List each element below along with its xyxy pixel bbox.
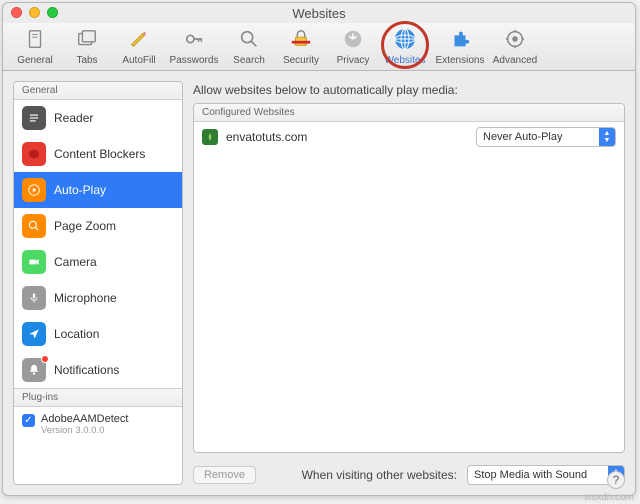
policy-select[interactable]: Never Auto-Play ▲▼	[476, 127, 616, 147]
toolbar-label: Security	[283, 55, 319, 66]
toolbar-tabs[interactable]: Tabs	[61, 25, 113, 66]
zoom-icon	[22, 214, 46, 238]
plugin-checkbox[interactable]: ✓	[22, 414, 35, 427]
bottom-bar: Remove When visiting other websites: Sto…	[193, 461, 625, 485]
other-websites-select[interactable]: Stop Media with Sound ▲▼	[467, 465, 625, 485]
block-icon	[22, 142, 46, 166]
toolbar-autofill[interactable]: AutoFill	[113, 25, 165, 66]
privacy-icon	[339, 25, 367, 53]
toolbar-privacy[interactable]: Privacy	[327, 25, 379, 66]
other-websites-label: When visiting other websites:	[302, 468, 457, 482]
toolbar-label: Privacy	[337, 55, 370, 66]
autofill-icon	[125, 25, 153, 53]
sidebar-item-auto-play[interactable]: Auto-Play	[14, 172, 182, 208]
play-icon	[22, 178, 46, 202]
sidebar-item-microphone[interactable]: Microphone	[14, 280, 182, 316]
toolbar-websites[interactable]: Websites	[379, 25, 431, 66]
zoom-button[interactable]	[47, 7, 58, 18]
toolbar-security[interactable]: Security	[275, 25, 327, 66]
microphone-icon	[22, 286, 46, 310]
sidebar-label: Location	[54, 327, 99, 341]
sidebar-label: Camera	[54, 255, 97, 269]
window-controls	[11, 7, 58, 18]
preferences-toolbar: General Tabs AutoFill Passwords Search S…	[3, 23, 635, 71]
window-title: Websites	[11, 6, 627, 21]
policy-value: Never Auto-Play	[477, 131, 599, 143]
sidebar-item-reader[interactable]: Reader	[14, 100, 182, 136]
other-websites-value: Stop Media with Sound	[468, 469, 608, 481]
close-button[interactable]	[11, 7, 22, 18]
location-icon	[22, 322, 46, 346]
list-header: Configured Websites	[194, 104, 624, 122]
extensions-icon	[446, 25, 474, 53]
main-panel: Allow websites below to automatically pl…	[193, 81, 625, 485]
notification-badge	[41, 355, 49, 363]
toolbar-label: Extensions	[436, 55, 485, 66]
websites-icon	[391, 25, 419, 53]
sidebar-item-notifications[interactable]: Notifications	[14, 352, 182, 388]
toolbar-extensions[interactable]: Extensions	[431, 25, 489, 66]
sidebar-item-content-blockers[interactable]: Content Blockers	[14, 136, 182, 172]
sidebar-item-camera[interactable]: Camera	[14, 244, 182, 280]
sidebar-label: Notifications	[54, 363, 119, 377]
configured-websites-list: Configured Websites envatotuts.com Never…	[193, 103, 625, 453]
toolbar-label: Advanced	[493, 55, 537, 66]
site-name: envatotuts.com	[226, 130, 468, 144]
content-area: General Reader Content Blockers Auto-Pla…	[3, 71, 635, 495]
security-icon	[287, 25, 315, 53]
preferences-window: Websites General Tabs AutoFill Passwords…	[2, 2, 636, 496]
toolbar-general[interactable]: General	[9, 25, 61, 66]
search-icon	[235, 25, 263, 53]
toolbar-advanced[interactable]: Advanced	[489, 25, 541, 66]
sidebar-item-page-zoom[interactable]: Page Zoom	[14, 208, 182, 244]
sidebar-section-general: General	[14, 82, 182, 100]
toolbar-label: General	[17, 55, 53, 66]
watermark: wsxdn.com	[584, 492, 634, 503]
select-arrows-icon: ▲▼	[599, 128, 615, 146]
main-heading: Allow websites below to automatically pl…	[193, 83, 625, 97]
toolbar-label: Search	[233, 55, 265, 66]
remove-button[interactable]: Remove	[193, 466, 256, 484]
toolbar-label: Passwords	[170, 55, 219, 66]
sidebar-label: Auto-Play	[54, 183, 106, 197]
advanced-icon	[501, 25, 529, 53]
sidebar-item-location[interactable]: Location	[14, 316, 182, 352]
plugin-name: AdobeAAMDetect	[41, 413, 128, 425]
plugin-version: Version 3.0.0.0	[41, 425, 128, 436]
general-icon	[21, 25, 49, 53]
sidebar: General Reader Content Blockers Auto-Pla…	[13, 81, 183, 485]
tabs-icon	[73, 25, 101, 53]
minimize-button[interactable]	[29, 7, 40, 18]
plugin-item[interactable]: ✓ AdobeAAMDetect Version 3.0.0.0	[14, 407, 182, 442]
toolbar-search[interactable]: Search	[223, 25, 275, 66]
website-row[interactable]: envatotuts.com Never Auto-Play ▲▼	[194, 122, 624, 152]
sidebar-label: Content Blockers	[54, 147, 145, 161]
reader-icon	[22, 106, 46, 130]
toolbar-label: AutoFill	[122, 55, 155, 66]
sidebar-label: Reader	[54, 111, 93, 125]
titlebar: Websites	[3, 3, 635, 23]
notifications-icon	[22, 358, 46, 382]
help-button[interactable]: ?	[607, 471, 625, 489]
site-favicon	[202, 129, 218, 145]
sidebar-section-plugins: Plug-ins	[14, 388, 182, 407]
toolbar-label: Tabs	[76, 55, 97, 66]
sidebar-label: Microphone	[54, 291, 117, 305]
toolbar-passwords[interactable]: Passwords	[165, 25, 223, 66]
camera-icon	[22, 250, 46, 274]
toolbar-label: Websites	[385, 55, 426, 66]
sidebar-label: Page Zoom	[54, 219, 116, 233]
passwords-icon	[180, 25, 208, 53]
